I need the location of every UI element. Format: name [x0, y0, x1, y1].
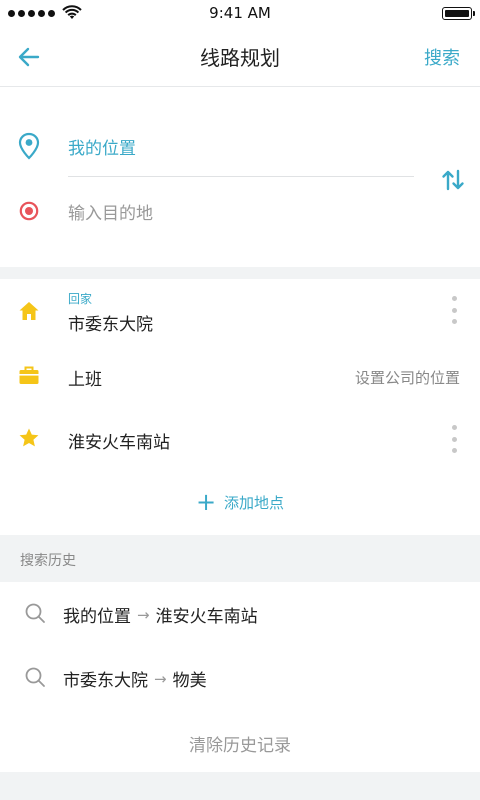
history-section-header: 搜索历史 [0, 535, 480, 582]
origin-field[interactable]: 我的位置 [68, 134, 136, 159]
home-tag: 回家 [68, 292, 93, 306]
route-input-panel: 我的位置 输入目的地 [0, 87, 480, 267]
history-title: 搜索历史 [20, 553, 76, 569]
destination-marker-icon [19, 201, 39, 221]
add-place-button[interactable]: + 添加地点 [0, 490, 480, 514]
status-bar: 9:41 AM [0, 0, 480, 28]
arrow-left-icon[interactable] [12, 40, 46, 74]
add-place-label: 添加地点 [224, 493, 285, 512]
history-to: 物美 [172, 671, 207, 691]
history-from: 市委东大院 [63, 671, 148, 691]
swap-vertical-icon[interactable] [440, 167, 466, 193]
history-from: 我的位置 [63, 607, 131, 627]
page-title: 线路规划 [200, 46, 280, 70]
home-icon [19, 302, 39, 320]
bottom-spacer [0, 772, 480, 800]
home-address: 市委东大院 [68, 315, 153, 335]
search-icon [25, 667, 45, 687]
history-item[interactable]: 市委东大院 → 物美 [0, 646, 480, 709]
history-item[interactable]: 我的位置 → 淮安火车南站 [0, 582, 480, 645]
plus-icon: + [195, 488, 217, 516]
clear-history-button[interactable]: 清除历史记录 [0, 731, 480, 756]
destination-input[interactable]: 输入目的地 [68, 199, 153, 224]
route-divider [68, 176, 414, 177]
star-icon [19, 428, 39, 447]
location-pin-icon [18, 132, 40, 160]
history-route: 市委东大院 → 物美 [63, 666, 207, 692]
section-separator [0, 267, 480, 279]
starred-place-name: 淮安火车南站 [68, 433, 170, 453]
battery-icon [442, 7, 475, 20]
more-options-icon[interactable] [450, 425, 458, 453]
arrow-right-icon: → [154, 669, 167, 688]
favorite-item-home[interactable]: 回家 市委东大院 [0, 279, 480, 342]
more-options-icon[interactable] [450, 296, 458, 324]
navigation-bar: 线路规划 搜索 [0, 28, 480, 87]
set-work-location-link[interactable]: 设置公司的位置 [355, 367, 460, 388]
history-route: 我的位置 → 淮安火车南站 [63, 602, 258, 628]
work-label: 上班 [68, 370, 102, 390]
history-to: 淮安火车南站 [155, 607, 258, 627]
search-icon [25, 603, 45, 623]
arrow-right-icon: → [137, 605, 150, 624]
status-time: 9:41 AM [209, 4, 271, 22]
briefcase-icon [19, 366, 39, 384]
favorite-item-starred[interactable]: 淮安火车南站 [0, 408, 480, 468]
search-button[interactable]: 搜索 [424, 44, 460, 70]
